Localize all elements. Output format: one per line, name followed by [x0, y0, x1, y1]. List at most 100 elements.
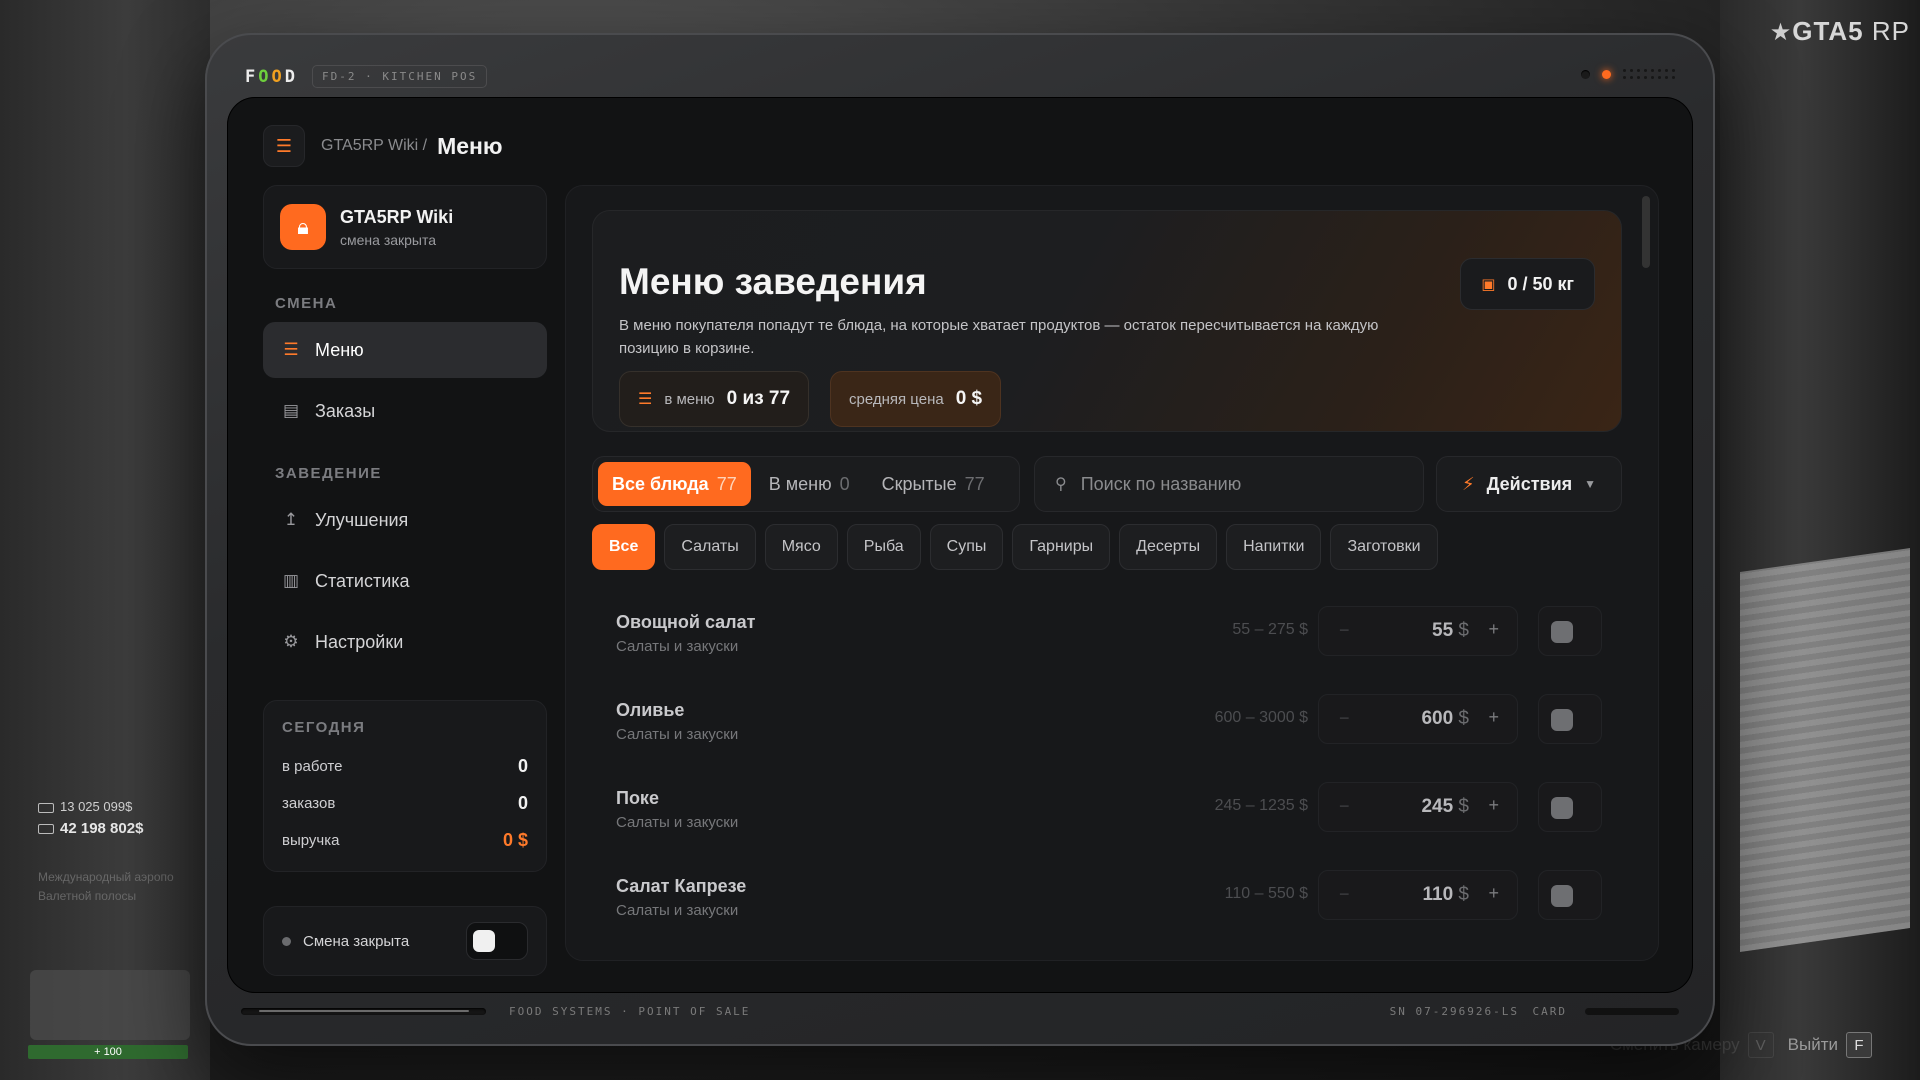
minus-button[interactable]: −: [1339, 708, 1350, 729]
venue-card[interactable]: 🔒︎ GTA5RP Wiki смена закрыта: [263, 185, 547, 269]
shift-status-dot: [282, 936, 291, 946]
dish-list: Овощной салат Салаты и закуски 55 – 275 …: [592, 596, 1622, 948]
actions-button[interactable]: ⚡︎ Действия ▼: [1436, 456, 1622, 512]
dish-row: Овощной салат Салаты и закуски 55 – 275 …: [592, 596, 1622, 684]
device-screen: ☰ GTA5RP Wiki / Меню 🔒︎ GTA5RP Wiki смен…: [227, 97, 1693, 993]
hero-title: Меню заведения: [619, 261, 927, 302]
category-sides[interactable]: Гарниры: [1012, 524, 1111, 570]
category-salads[interactable]: Салаты: [664, 524, 756, 570]
dish-name: Поке: [616, 788, 659, 808]
today-card: СЕГОДНЯ в работе 0 заказов 0 выручка 0 $: [263, 700, 547, 872]
dish-category: Салаты и закуски: [616, 814, 739, 831]
venue-avatar: 🔒︎: [280, 204, 326, 250]
category-soups[interactable]: Супы: [929, 524, 1004, 570]
minus-button[interactable]: −: [1339, 884, 1350, 905]
device-footer: FOOD SYSTEMS · POINT OF SALE SN 07-29692…: [241, 1004, 1679, 1020]
category-fish[interactable]: Рыба: [846, 524, 921, 570]
dish-name: Оливье: [616, 700, 685, 720]
hero-description: В меню покупателя попадут те блюда, на к…: [619, 317, 1379, 357]
list-icon: ☰: [283, 340, 299, 359]
device-brand: FOOD: [245, 66, 298, 87]
plus-button[interactable]: +: [1488, 619, 1499, 640]
sidebar-item-orders[interactable]: ▤ Заказы: [263, 383, 547, 439]
star-icon: ★: [1769, 19, 1793, 46]
dish-name: Салат Капрезе: [616, 876, 747, 896]
hint-exit[interactable]: Выйти F: [1788, 1032, 1872, 1058]
scrollbar[interactable]: [1642, 186, 1650, 960]
category-preparations[interactable]: Заготовки: [1330, 524, 1438, 570]
search-icon: ⚲: [1055, 476, 1067, 493]
plus-button[interactable]: +: [1488, 707, 1499, 728]
sidebar-item-statistics[interactable]: ▥ Статистика: [263, 553, 547, 609]
storage-icon: ▣: [1481, 276, 1496, 293]
dish-toggle-checkbox[interactable]: [1538, 694, 1602, 744]
price-value[interactable]: 110 $: [1422, 884, 1469, 906]
device-lights: [1581, 69, 1675, 79]
weight-chip: ▣ 0 / 50 кг: [1460, 258, 1595, 310]
card-slot[interactable]: [1585, 1008, 1679, 1015]
minus-button[interactable]: −: [1339, 796, 1350, 817]
dish-category: Салаты и закуски: [616, 726, 739, 743]
game-logo-main: GTA5: [1792, 16, 1864, 46]
scrollbar-thumb[interactable]: [1642, 196, 1650, 268]
price-stepper: − 600 $ +: [1318, 694, 1518, 744]
price-stepper: − 55 $ +: [1318, 606, 1518, 656]
today-title: СЕГОДНЯ: [282, 719, 366, 736]
shift-toggle[interactable]: [466, 922, 528, 960]
search-box: ⚲: [1034, 456, 1424, 512]
today-row-revenue: выручка 0 $: [282, 830, 528, 850]
category-desserts[interactable]: Десерты: [1119, 524, 1218, 570]
venue-status: смена закрыта: [340, 231, 437, 248]
cash-icon: [38, 824, 54, 835]
minus-button[interactable]: −: [1339, 620, 1350, 641]
breadcrumb-root[interactable]: GTA5RP Wiki /: [321, 137, 427, 155]
tab-hidden[interactable]: Скрытые 77: [868, 462, 999, 506]
dish-category: Салаты и закуски: [616, 902, 739, 919]
hamburger-icon: ☰: [275, 135, 293, 156]
dish-name: Овощной салат: [616, 612, 756, 632]
dish-price-range: 245 – 1235 $: [1214, 797, 1308, 814]
hud-bank: 13 025 099$: [38, 796, 143, 818]
price-stepper: − 245 $ +: [1318, 782, 1518, 832]
bar-chart-icon: ▥: [282, 571, 300, 590]
venue-name: GTA5RP Wiki: [340, 206, 454, 227]
price-value[interactable]: 55 $: [1432, 620, 1469, 642]
hud-location: Международный аэропо Валетной полосы: [38, 870, 174, 903]
hamburger-button[interactable]: ☰: [263, 125, 305, 167]
today-row-in-work: в работе 0: [282, 756, 528, 776]
dish-row: Оливье Салаты и закуски 600 – 3000 $ − 6…: [592, 684, 1622, 772]
receipt-icon: ▤: [282, 401, 300, 420]
tab-in-menu[interactable]: В меню 0: [755, 462, 864, 506]
price-value[interactable]: 600 $: [1421, 708, 1469, 730]
device-header: FOOD FD-2 · KITCHEN POS: [245, 65, 488, 88]
dish-toggle-checkbox[interactable]: [1538, 606, 1602, 656]
dish-toggle-checkbox[interactable]: [1538, 870, 1602, 920]
view-tabs: Все блюда 77 В меню 0 Скрытые 77: [592, 456, 1020, 512]
hud-health-bar: + 100: [28, 1045, 188, 1059]
dish-price-range: 110 – 550 $: [1224, 885, 1308, 902]
sidebar-item-upgrades[interactable]: ↥ Улучшения: [263, 492, 547, 548]
shift-card: Смена закрыта: [263, 906, 547, 976]
category-all[interactable]: Все: [592, 524, 656, 570]
search-input[interactable]: [1080, 473, 1381, 495]
in-menu-chip: ☰ в меню 0 из 77: [619, 371, 810, 427]
plus-button[interactable]: +: [1488, 795, 1499, 816]
section-title-shift: СМЕНА: [275, 295, 338, 312]
price-value[interactable]: 245 $: [1421, 796, 1469, 818]
category-meat[interactable]: Мясо: [764, 524, 838, 570]
game-background-left: [0, 0, 210, 1080]
tab-all-dishes[interactable]: Все блюда 77: [598, 462, 751, 506]
sidebar-item-settings[interactable]: ⚙ Настройки: [263, 614, 547, 670]
category-drinks[interactable]: Напитки: [1226, 524, 1322, 570]
plus-button[interactable]: +: [1488, 883, 1499, 904]
sidebar-item-menu[interactable]: ☰ Меню: [263, 322, 547, 378]
dish-price-range: 600 – 3000 $: [1214, 709, 1308, 726]
speaker-grille: [1623, 69, 1675, 79]
card-icon: [38, 802, 54, 813]
list-icon: ☰: [638, 391, 653, 408]
indicator-light-on: [1602, 69, 1611, 79]
chevron-down-icon: ▼: [1584, 477, 1597, 491]
dish-toggle-checkbox[interactable]: [1538, 782, 1602, 832]
lock-icon: 🔒︎: [297, 214, 309, 239]
game-background-minimap: [30, 970, 190, 1040]
